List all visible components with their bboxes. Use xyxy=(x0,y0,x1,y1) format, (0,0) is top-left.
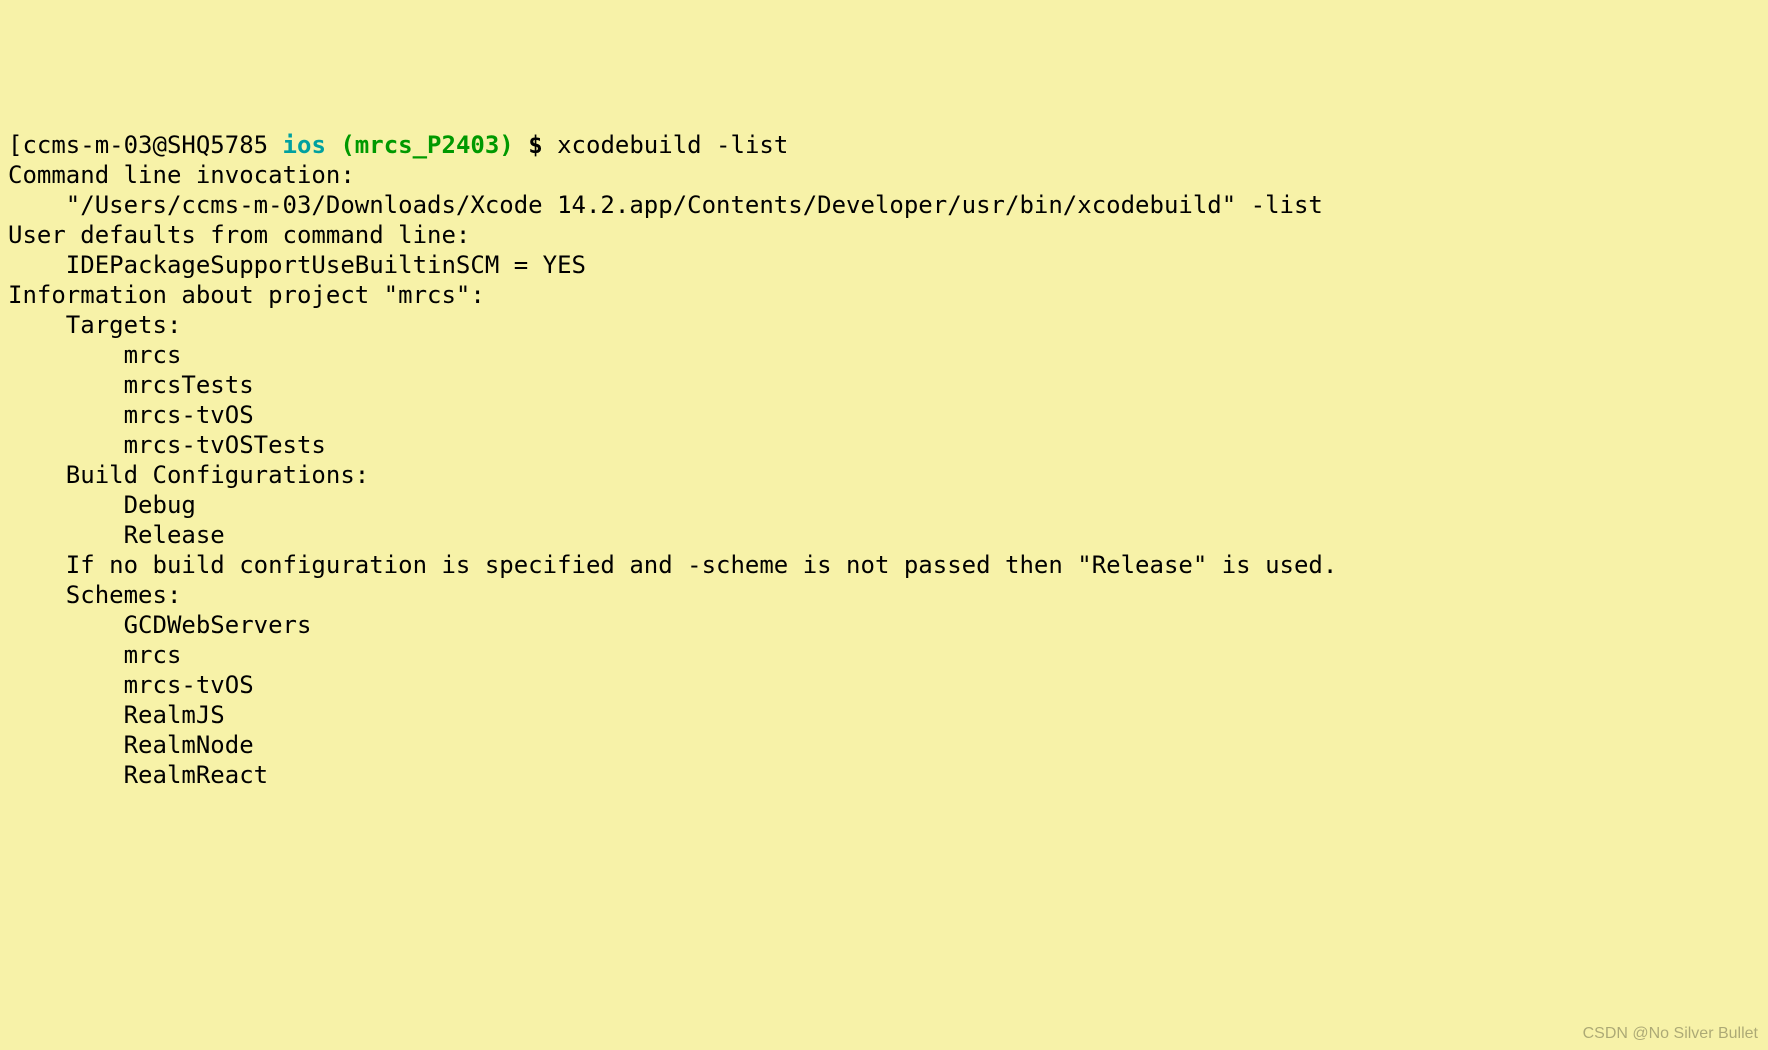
output-line: IDEPackageSupportUseBuiltinSCM = YES xyxy=(8,250,1760,280)
command-text: xcodebuild -list xyxy=(557,131,788,159)
output-line: Schemes: xyxy=(8,580,1760,610)
output-line: "/Users/ccms-m-03/Downloads/Xcode 14.2.a… xyxy=(8,190,1760,220)
output-line: RealmNode xyxy=(8,730,1760,760)
terminal-output: [ccms-m-03@SHQ5785 ios (mrcs_P2403) $ xc… xyxy=(8,130,1760,790)
output-line: mrcs xyxy=(8,340,1760,370)
output-line: Build Configurations: xyxy=(8,460,1760,490)
watermark-text: CSDN @No Silver Bullet xyxy=(1583,1024,1758,1044)
output-line: RealmJS xyxy=(8,700,1760,730)
output-line: Command line invocation: xyxy=(8,160,1760,190)
output-line: Release xyxy=(8,520,1760,550)
prompt-dollar: $ xyxy=(528,131,542,159)
prompt-directory: ios xyxy=(283,131,326,159)
output-line: If no build configuration is specified a… xyxy=(8,550,1760,580)
output-line: mrcs xyxy=(8,640,1760,670)
output-line: mrcs-tvOSTests xyxy=(8,430,1760,460)
prompt-bracket: [ xyxy=(8,131,22,159)
prompt-host: ccms-m-03@SHQ5785 xyxy=(22,131,268,159)
output-line: mrcs-tvOS xyxy=(8,670,1760,700)
output-line: mrcsTests xyxy=(8,370,1760,400)
prompt-branch: (mrcs_P2403) xyxy=(340,131,513,159)
output-line: RealmReact xyxy=(8,760,1760,790)
output-line: mrcs-tvOS xyxy=(8,400,1760,430)
output-line: User defaults from command line: xyxy=(8,220,1760,250)
output-line: Targets: xyxy=(8,310,1760,340)
output-line: Debug xyxy=(8,490,1760,520)
output-line: GCDWebServers xyxy=(8,610,1760,640)
output-line: Information about project "mrcs": xyxy=(8,280,1760,310)
prompt-line[interactable]: [ccms-m-03@SHQ5785 ios (mrcs_P2403) $ xc… xyxy=(8,130,1760,160)
